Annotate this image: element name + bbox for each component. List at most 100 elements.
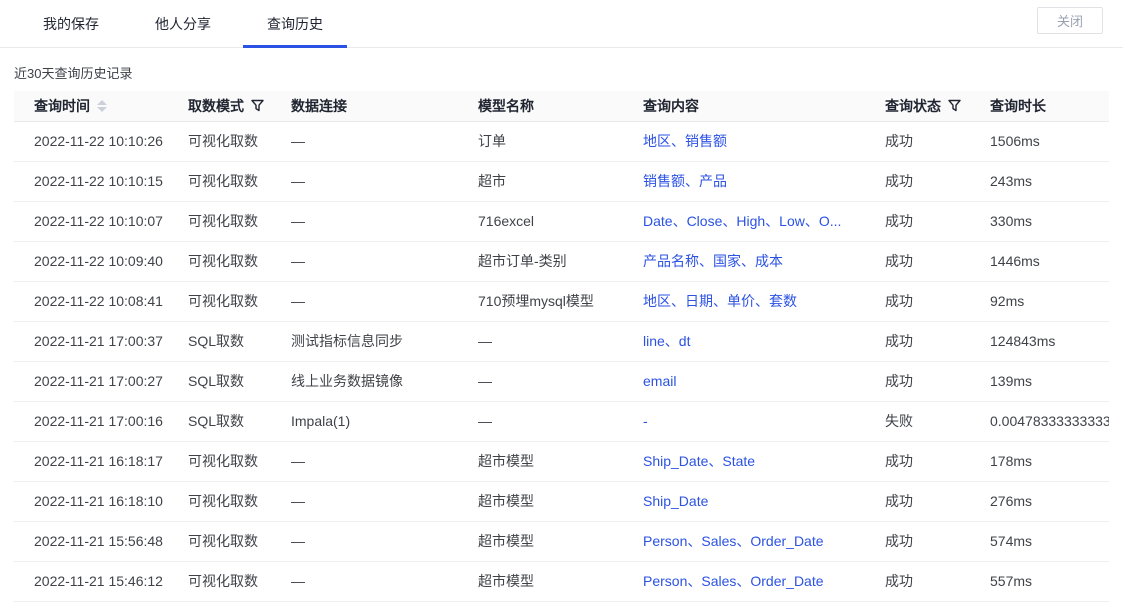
cell-query-content: Person、Sales、Order_Date: [623, 521, 865, 561]
query-content-link[interactable]: 产品名称、国家、成本: [643, 253, 783, 269]
cell-query-content: -: [623, 401, 865, 441]
filter-funnel-icon[interactable]: [948, 99, 961, 112]
table-row: 2022-11-21 16:18:10 可视化取数 — 超市模型 Ship_Da…: [14, 481, 1109, 521]
table-row: 2022-11-21 15:46:12 可视化取数 — 超市模型 Person、…: [14, 561, 1109, 601]
column-header-query-status: 查询状态: [865, 91, 970, 121]
cell-data-connection: —: [271, 561, 458, 601]
cell-data-connection: —: [271, 281, 458, 321]
query-content-link[interactable]: Date、Close、High、Low、O...: [643, 213, 841, 229]
tab-shared-by-others[interactable]: 他人分享: [131, 0, 235, 47]
cell-data-connection: —: [271, 521, 458, 561]
cell-query-status: 失败: [865, 401, 970, 441]
cell-query-content: Ship_Date、State: [623, 441, 865, 481]
cell-query-duration: 557ms: [970, 561, 1109, 601]
cell-fetch-mode: 可视化取数: [168, 241, 271, 281]
cell-query-content: 产品名称、国家、成本: [623, 241, 865, 281]
sort-descending-icon: [97, 107, 107, 112]
cell-query-duration: 92ms: [970, 281, 1109, 321]
filter-funnel-icon[interactable]: [251, 99, 264, 112]
cell-query-status: 成功: [865, 481, 970, 521]
cell-query-status: 成功: [865, 201, 970, 241]
cell-data-connection: —: [271, 441, 458, 481]
cell-query-status: 成功: [865, 521, 970, 561]
cell-query-time: 2022-11-22 10:10:07: [14, 201, 168, 241]
cell-query-status: 成功: [865, 161, 970, 201]
cell-query-duration: 574ms: [970, 521, 1109, 561]
cell-fetch-mode: 可视化取数: [168, 121, 271, 161]
cell-data-connection: —: [271, 161, 458, 201]
tab-query-history[interactable]: 查询历史: [243, 0, 347, 47]
cell-query-duration: 139ms: [970, 361, 1109, 401]
column-label: 查询时间: [34, 96, 90, 116]
table-row: 2022-11-22 10:09:40 可视化取数 — 超市订单-类别 产品名称…: [14, 241, 1109, 281]
table-row: 2022-11-22 10:10:07 可视化取数 — 716excel Dat…: [14, 201, 1109, 241]
query-content-link[interactable]: -: [643, 413, 648, 429]
cell-query-duration: 124843ms: [970, 321, 1109, 361]
query-content-link[interactable]: Person、Sales、Order_Date: [643, 573, 824, 589]
cell-query-status: 成功: [865, 121, 970, 161]
cell-model-name: 710预埋mysql模型: [458, 281, 623, 321]
cell-query-duration: 330ms: [970, 201, 1109, 241]
table-row: 2022-11-21 16:18:17 可视化取数 — 超市模型 Ship_Da…: [14, 441, 1109, 481]
column-label: 查询状态: [885, 96, 941, 116]
column-label: 模型名称: [478, 98, 534, 114]
cell-query-duration: 243ms: [970, 161, 1109, 201]
cell-fetch-mode: 可视化取数: [168, 281, 271, 321]
cell-fetch-mode: SQL取数: [168, 401, 271, 441]
cell-model-name: 716excel: [458, 201, 623, 241]
cell-query-time: 2022-11-21 16:18:17: [14, 441, 168, 481]
column-header-query-content: 查询内容: [623, 91, 865, 121]
column-header-data-connection: 数据连接: [271, 91, 458, 121]
query-content-link[interactable]: line、dt: [643, 333, 690, 349]
cell-data-connection: —: [271, 481, 458, 521]
sort-ascending-icon: [97, 100, 107, 105]
tab-my-saves[interactable]: 我的保存: [19, 0, 123, 47]
query-content-link[interactable]: 销售额、产品: [643, 173, 727, 189]
cell-query-status: 成功: [865, 321, 970, 361]
cell-data-connection: —: [271, 201, 458, 241]
cell-query-time: 2022-11-22 10:09:40: [14, 241, 168, 281]
cell-data-connection: —: [271, 241, 458, 281]
cell-query-content: email: [623, 361, 865, 401]
cell-model-name: 超市: [458, 161, 623, 201]
tab-bar: 我的保存 他人分享 查询历史 关闭: [0, 0, 1123, 48]
cell-query-time: 2022-11-22 10:10:26: [14, 121, 168, 161]
query-content-link[interactable]: email: [643, 373, 676, 389]
cell-query-content: Date、Close、High、Low、O...: [623, 201, 865, 241]
cell-query-time: 2022-11-21 17:00:27: [14, 361, 168, 401]
cell-model-name: 超市模型: [458, 561, 623, 601]
cell-query-time: 2022-11-22 10:08:41: [14, 281, 168, 321]
cell-model-name: —: [458, 361, 623, 401]
cell-query-time: 2022-11-21 17:00:16: [14, 401, 168, 441]
cell-model-name: 订单: [458, 121, 623, 161]
cell-query-content: 地区、日期、单价、套数: [623, 281, 865, 321]
table-row: 2022-11-21 17:00:27 SQL取数 线上业务数据镜像 — ema…: [14, 361, 1109, 401]
cell-query-duration: 178ms: [970, 441, 1109, 481]
column-header-query-duration: 查询时长: [970, 91, 1109, 121]
cell-data-connection: 线上业务数据镜像: [271, 361, 458, 401]
column-label: 查询内容: [643, 98, 699, 114]
column-label: 取数模式: [188, 96, 244, 116]
cell-model-name: —: [458, 321, 623, 361]
query-content-link[interactable]: 地区、日期、单价、套数: [643, 293, 797, 309]
cell-query-time: 2022-11-21 17:00:37: [14, 321, 168, 361]
cell-data-connection: —: [271, 121, 458, 161]
cell-fetch-mode: 可视化取数: [168, 561, 271, 601]
cell-query-content: 地区、销售额: [623, 121, 865, 161]
query-content-link[interactable]: 地区、销售额: [643, 133, 727, 149]
sort-carets-icon[interactable]: [97, 100, 107, 112]
close-button[interactable]: 关闭: [1037, 7, 1103, 34]
cell-data-connection: 测试指标信息同步: [271, 321, 458, 361]
cell-model-name: 超市模型: [458, 481, 623, 521]
query-content-link[interactable]: Ship_Date、State: [643, 453, 755, 469]
cell-fetch-mode: SQL取数: [168, 361, 271, 401]
cell-model-name: 超市订单-类别: [458, 241, 623, 281]
table-row: 2022-11-22 10:10:26 可视化取数 — 订单 地区、销售额 成功…: [14, 121, 1109, 161]
query-content-link[interactable]: Ship_Date: [643, 493, 708, 509]
query-content-link[interactable]: Person、Sales、Order_Date: [643, 533, 824, 549]
cell-fetch-mode: 可视化取数: [168, 441, 271, 481]
cell-query-duration: 1446ms: [970, 241, 1109, 281]
cell-fetch-mode: 可视化取数: [168, 161, 271, 201]
table-row: 2022-11-22 10:08:41 可视化取数 — 710预埋mysql模型…: [14, 281, 1109, 321]
table-row: 2022-11-21 17:00:16 SQL取数 Impala(1) — - …: [14, 401, 1109, 441]
